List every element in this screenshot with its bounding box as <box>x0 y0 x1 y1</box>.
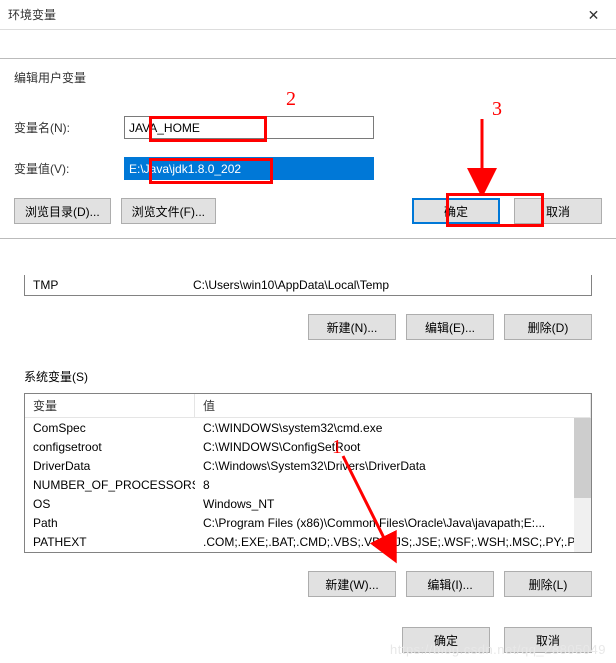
cell-variable: NUMBER_OF_PROCESSORS <box>25 478 195 492</box>
cell-variable: OS <box>25 497 195 511</box>
user-edit-button[interactable]: 编辑(E)... <box>406 314 494 340</box>
user-buttons: 新建(N)... 编辑(E)... 删除(D) <box>18 314 592 340</box>
scrollbar[interactable] <box>574 418 591 552</box>
cell-value: C:\WINDOWS\system32\cmd.exe <box>195 421 591 435</box>
system-table: 变量 值 ComSpecC:\WINDOWS\system32\cmd.exec… <box>24 393 592 553</box>
system-buttons: 新建(W)... 编辑(I)... 删除(L) <box>18 571 592 597</box>
outer-titlebar: 环境变量 ✕ <box>0 0 616 30</box>
close-icon[interactable]: ✕ <box>571 0 616 30</box>
variable-name-row: 变量名(N): <box>14 116 602 139</box>
cell-variable: Path <box>25 516 195 530</box>
watermark: https://blog.csdn.net/qq_28805049 <box>390 642 606 657</box>
header-value[interactable]: 值 <box>195 394 591 417</box>
cell-value: C:\Program Files (x86)\Common Files\Orac… <box>195 516 591 530</box>
scroll-thumb[interactable] <box>574 418 591 498</box>
browse-file-button[interactable]: 浏览文件(F)... <box>121 198 216 224</box>
table-row[interactable]: DriverDataC:\Windows\System32\Drivers\Dr… <box>25 456 591 475</box>
edit-dialog-title: 编辑用户变量 <box>14 69 602 86</box>
cell-value: 8 <box>195 478 591 492</box>
table-row[interactable]: OSWindows_NT <box>25 494 591 513</box>
user-new-button[interactable]: 新建(N)... <box>308 314 396 340</box>
table-row[interactable]: NUMBER_OF_PROCESSORS8 <box>25 475 591 494</box>
system-edit-button[interactable]: 编辑(I)... <box>406 571 494 597</box>
variable-name-label: 变量名(N): <box>14 119 124 136</box>
variable-value-input[interactable] <box>124 157 374 180</box>
table-row[interactable]: ComSpecC:\WINDOWS\system32\cmd.exe <box>25 418 591 437</box>
cell-variable: configsetroot <box>25 440 195 454</box>
system-table-header: 变量 值 <box>25 394 591 418</box>
cell-variable: DriverData <box>25 459 195 473</box>
edit-user-variable-dialog: 编辑用户变量 变量名(N): 变量值(V): 浏览目录(D)... 浏览文件(F… <box>0 58 616 239</box>
edit-dialog-button-row: 浏览目录(D)... 浏览文件(F)... 确定 取消 <box>14 198 602 224</box>
cell-value: .COM;.EXE;.BAT;.CMD;.VBS;.VBE;.JS;.JSE;.… <box>195 535 591 549</box>
system-label: 系统变量(S) <box>24 368 592 385</box>
outer-title: 环境变量 <box>8 6 56 23</box>
table-row[interactable]: PATHEXT.COM;.EXE;.BAT;.CMD;.VBS;.VBE;.JS… <box>25 532 591 551</box>
user-var-tmp-row[interactable]: TMP C:\Users\win10\AppData\Local\Temp <box>24 275 592 296</box>
edit-ok-button[interactable]: 确定 <box>412 198 500 224</box>
cell-value: C:\Windows\System32\Drivers\DriverData <box>195 459 591 473</box>
tmp-value: C:\Users\win10\AppData\Local\Temp <box>193 278 389 292</box>
system-variables-section: 系统变量(S) 变量 值 ComSpecC:\WINDOWS\system32\… <box>24 368 592 553</box>
variable-name-input[interactable] <box>124 116 374 139</box>
cell-variable: PATHEXT <box>25 535 195 549</box>
cell-value: Windows_NT <box>195 497 591 511</box>
user-delete-button[interactable]: 删除(D) <box>504 314 592 340</box>
system-delete-button[interactable]: 删除(L) <box>504 571 592 597</box>
browse-dir-button[interactable]: 浏览目录(D)... <box>14 198 111 224</box>
variable-value-row: 变量值(V): <box>14 157 602 180</box>
cell-value: C:\WINDOWS\ConfigSetRoot <box>195 440 591 454</box>
variable-value-label: 变量值(V): <box>14 160 124 177</box>
tmp-name: TMP <box>33 278 193 292</box>
table-row[interactable]: configsetrootC:\WINDOWS\ConfigSetRoot <box>25 437 591 456</box>
main-content: TMP C:\Users\win10\AppData\Local\Temp 新建… <box>0 275 616 653</box>
edit-cancel-button[interactable]: 取消 <box>514 198 602 224</box>
cell-variable: ComSpec <box>25 421 195 435</box>
header-variable[interactable]: 变量 <box>25 394 195 417</box>
table-row[interactable]: PathC:\Program Files (x86)\Common Files\… <box>25 513 591 532</box>
system-new-button[interactable]: 新建(W)... <box>308 571 396 597</box>
